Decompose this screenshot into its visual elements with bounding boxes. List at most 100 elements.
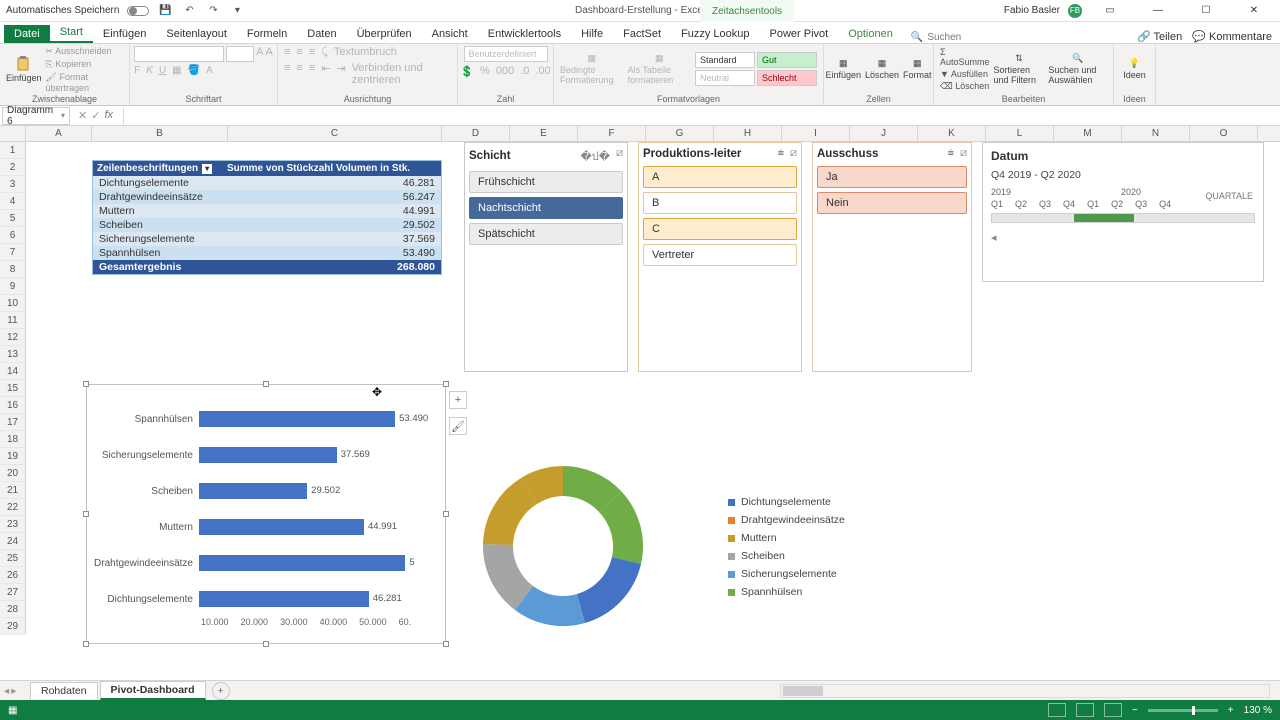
fill-color-button[interactable]: 🪣 [188,65,200,76]
zoom-in-icon[interactable]: + [1228,705,1234,716]
shrink-font-icon[interactable]: A [266,46,273,62]
select-all-corner[interactable] [0,126,26,141]
sheet-tab-rohdaten[interactable]: Rohdaten [30,682,98,699]
font-size-dropdown[interactable] [226,46,254,62]
ribbon-display-icon[interactable]: ▭ [1090,0,1130,22]
fill-button[interactable]: ▼ Ausfüllen [940,69,990,79]
align-center-icon[interactable]: ≡ [296,62,302,86]
slicer-schicht[interactable]: Schicht�ป�⧄ FrühschichtNachtschichtSpäts… [464,142,628,372]
row-header[interactable]: 15 [0,380,26,397]
align-top-icon[interactable]: ≡ [284,46,290,59]
pivot-cell[interactable]: Scheiben [93,218,273,232]
resize-handle[interactable] [83,511,89,517]
orientation-icon[interactable]: ⤹ [321,46,328,59]
slicer-item[interactable]: A [643,166,797,188]
row-header[interactable]: 12 [0,329,26,346]
row-header[interactable]: 22 [0,499,26,516]
donut-chart[interactable]: DichtungselementeDrahtgewindeeinsätzeMut… [448,446,838,646]
slicer-item[interactable]: B [643,192,797,214]
copy-button[interactable]: ⎘ Kopieren [46,59,123,70]
row-header[interactable]: 24 [0,533,26,550]
format-painter-button[interactable]: 🖌 Format übertragen [46,72,123,93]
row-header[interactable]: 18 [0,431,26,448]
pivot-table[interactable]: Zeilenbeschriftungen▾ Summe von Stückzah… [92,160,442,275]
minimize-icon[interactable]: — [1138,0,1178,22]
row-header[interactable]: 7 [0,244,26,261]
align-right-icon[interactable]: ≡ [309,62,315,86]
zoom-out-icon[interactable]: − [1132,705,1138,716]
bar-fill[interactable] [199,519,364,535]
col-header[interactable]: K [918,126,986,141]
pivot-cell[interactable]: Spannhülsen [93,246,273,260]
tab-formeln[interactable]: Formeln [237,25,297,43]
font-color-button[interactable]: A [206,65,213,76]
row-header[interactable]: 19 [0,448,26,465]
slicer-item[interactable]: Spätschicht [469,223,623,245]
tab-powerpivot[interactable]: Power Pivot [760,25,839,43]
style-schlecht[interactable]: Schlecht [757,70,817,86]
resize-handle[interactable] [83,641,89,647]
cut-button[interactable]: ✂ Ausschneiden [46,46,123,57]
close-icon[interactable]: ✕ [1234,0,1274,22]
pivot-cell[interactable]: Muttern [93,204,273,218]
style-standard[interactable]: Standard [695,52,755,68]
col-header[interactable]: F [578,126,646,141]
tab-seitenlayout[interactable]: Seitenlayout [156,25,237,43]
clear-filter-icon[interactable]: ⧄ [616,147,623,165]
zoom-slider[interactable] [1148,709,1218,712]
row-header[interactable]: 14 [0,363,26,380]
align-left-icon[interactable]: ≡ [284,62,290,86]
timeline-selection[interactable] [1074,214,1134,222]
row-header[interactable]: 5 [0,210,26,227]
pivot-filter-icon[interactable]: ▾ [202,164,212,174]
currency-icon[interactable]: 💲 [460,65,474,78]
dec-dec-icon[interactable]: .00 [535,65,550,78]
pivot-cell[interactable]: Sicherungselemente [93,232,273,246]
col-header[interactable]: A [26,126,92,141]
dec-inc-icon[interactable]: .0 [520,65,529,78]
tell-me-search[interactable]: 🔍 Suchen [911,32,961,43]
find-select-button[interactable]: 🔍Suchen und Auswählen [1048,53,1107,85]
align-bot-icon[interactable]: ≡ [309,46,315,59]
resize-handle[interactable] [263,381,269,387]
pivot-cell[interactable]: 46.281 [273,176,441,190]
col-header[interactable]: G [646,126,714,141]
bar-fill[interactable] [199,411,395,427]
clear-filter-icon[interactable]: ⧄ [790,147,797,160]
grow-font-icon[interactable]: A [256,46,263,62]
slicer-item[interactable]: Vertreter [643,244,797,266]
file-tab[interactable]: Datei [4,25,50,43]
share-button[interactable]: 🔗 Teilen [1137,30,1182,43]
col-header[interactable]: I [782,126,850,141]
sheet-tab-pivot-dashboard[interactable]: Pivot-Dashboard [100,681,206,700]
row-header[interactable]: 26 [0,567,26,584]
row-header[interactable]: 11 [0,312,26,329]
insert-cells-button[interactable]: ▦Einfügen [825,58,861,80]
indent-inc-icon[interactable]: ⇥ [336,62,345,86]
format-table-button[interactable]: ▦Als Tabelle formatieren [628,53,691,85]
merge-button[interactable]: Verbinden und zentrieren [352,62,451,86]
thousands-icon[interactable]: 000 [496,65,514,78]
format-cells-button[interactable]: ▦Format [903,58,932,80]
redo-icon[interactable]: ↷ [205,3,221,19]
paste-button[interactable]: Einfügen [6,56,42,83]
qat-dropdown-icon[interactable]: ▾ [229,3,245,19]
slicer-item[interactable]: C [643,218,797,240]
tab-fuzzy[interactable]: Fuzzy Lookup [671,25,759,43]
multiselect-icon[interactable]: ⩧ [778,147,784,160]
timeline-scroll-left-icon[interactable]: ◂ [991,231,1255,244]
row-header[interactable]: 4 [0,193,26,210]
autosave-toggle[interactable] [127,6,149,16]
col-header[interactable]: J [850,126,918,141]
sheet-nav-next-icon[interactable]: ▸ [11,685,16,697]
tab-hilfe[interactable]: Hilfe [571,25,613,43]
pivot-cell[interactable]: Drahtgewindeeinsätze [93,190,273,204]
col-header[interactable]: C [228,126,442,141]
italic-button[interactable]: K [146,65,153,76]
chart-brush-icon[interactable]: 🖌 [449,417,467,435]
border-button[interactable]: ▦ [172,65,181,76]
row-header[interactable]: 20 [0,465,26,482]
slicer-item[interactable]: Nein [817,192,967,214]
multiselect-icon[interactable]: ⩧ [948,147,954,160]
pivot-cell[interactable]: 56.247 [273,190,441,204]
